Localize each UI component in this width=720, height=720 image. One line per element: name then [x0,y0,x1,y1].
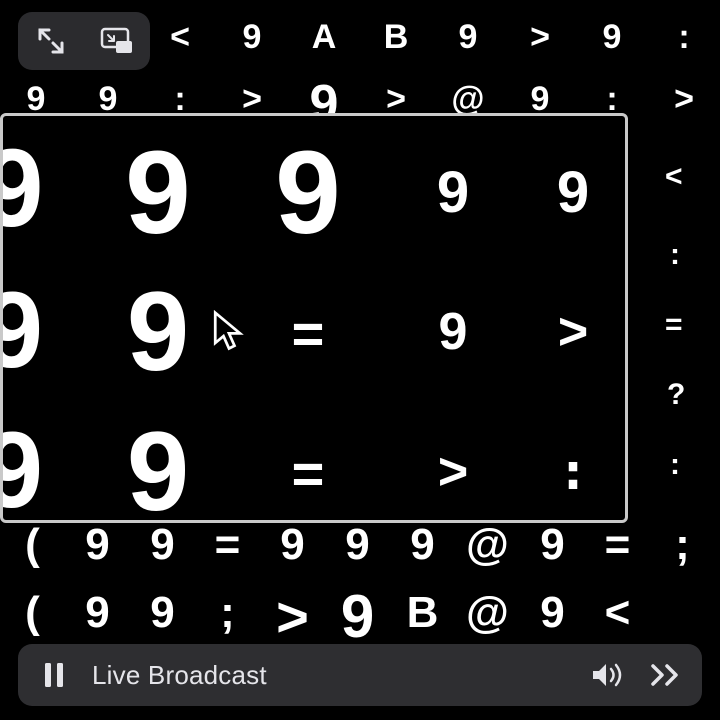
glyph: = [233,446,383,523]
glyph: < [144,18,216,57]
glyph: 9 [0,134,53,252]
glyph: B [360,18,432,57]
glyph: 9 [432,18,504,57]
media-title: Live Broadcast [92,660,267,691]
chevron-double-right-icon [649,663,683,687]
glyph: 9 [130,520,195,570]
fullscreen-button[interactable] [32,22,70,60]
pause-button[interactable] [34,655,74,695]
glyph: : [523,446,623,523]
glyph: = [233,306,383,418]
glyph: 9 [233,134,383,252]
glyph: : [670,448,680,482]
glyph: A [288,18,360,57]
glyph: 9 [216,18,288,57]
glyph: 9 [0,416,53,523]
glyph: 9 [383,164,523,282]
glyph: 9 [65,520,130,570]
glyph: 9 [0,276,53,388]
bg-row-a: ( 9 9 = 9 9 9 @ 9 = ; [0,520,720,570]
glyph: 9 [325,520,390,570]
volume-icon [590,661,626,689]
glyph: 9 [83,416,233,523]
glyph: = [585,520,650,570]
video-toolbar [18,12,150,70]
glyph: : [648,18,720,57]
glyph: 9 [83,134,233,252]
glyph: @ [455,520,520,570]
glyph: 9 [260,520,325,570]
glyph: = [665,308,683,342]
glyph: ; [650,520,715,570]
glyph: 9 [520,520,585,570]
glyph: 9 [325,582,390,651]
media-control-bar: Live Broadcast [18,644,702,706]
glyph: = [195,520,260,570]
glyph: 9 [83,276,233,388]
skip-forward-button[interactable] [646,655,686,695]
mouse-cursor-icon [212,310,246,354]
volume-button[interactable] [588,655,628,695]
pause-icon [43,661,65,689]
glyph: > [260,584,325,653]
picture-in-picture-icon [100,27,134,55]
glyph: > [523,306,623,418]
glyph: 9 [383,306,523,418]
glyph: 9 [576,18,648,57]
glyph: : [670,238,680,272]
glyph: < [665,160,683,194]
glyph: 9 [523,164,623,282]
glyph: > [383,446,523,523]
glyph: ( [0,520,65,570]
glyph: ? [667,378,685,412]
glyph: > [504,18,576,57]
glyph: > [648,80,720,140]
zoom-overlay[interactable]: 9 9 9 9 9 9 9 = 9 > 9 9 = > : [0,113,628,523]
glyph: 9 [390,520,455,570]
expand-diagonal-icon [36,26,66,56]
pip-button[interactable] [98,22,136,60]
